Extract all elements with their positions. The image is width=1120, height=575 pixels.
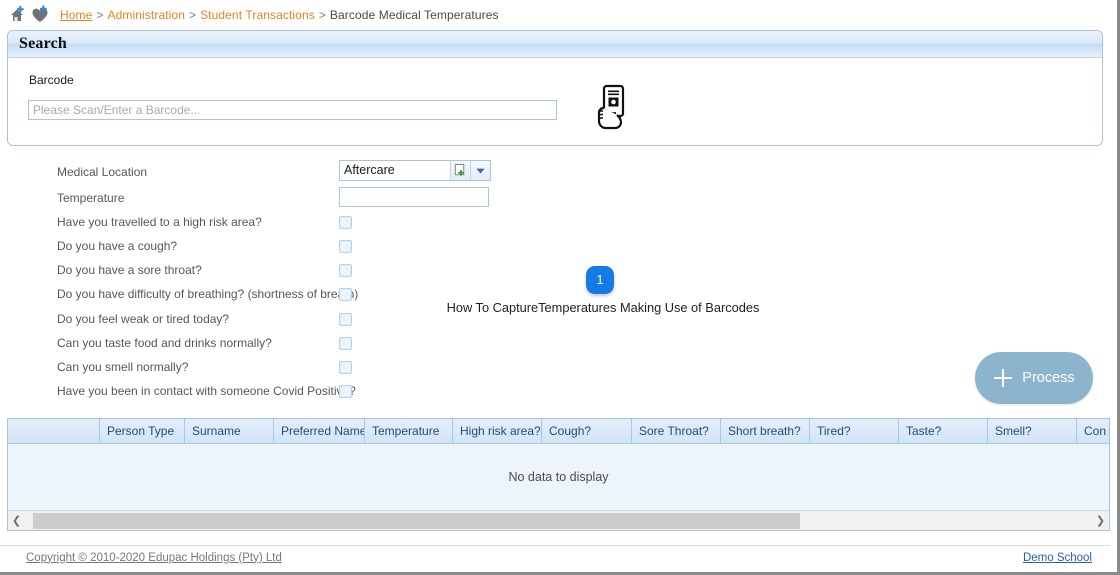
label-high-risk-area: Have you travelled to a high risk area? bbox=[57, 215, 262, 229]
grid-column-tired[interactable]: Tired? bbox=[810, 419, 899, 443]
plus-icon bbox=[993, 368, 1013, 388]
breadcrumb-trail: Home > Administration > Student Transactions… bbox=[60, 8, 499, 22]
form-row-high-risk-area: Have you travelled to a high risk area? bbox=[57, 211, 262, 233]
search-panel-body: Barcode bbox=[8, 58, 1102, 145]
grid-column-temperature[interactable]: Temperature bbox=[365, 419, 453, 443]
medical-location-combobox[interactable]: Aftercare bbox=[339, 159, 491, 181]
chevron-down-icon[interactable] bbox=[470, 160, 490, 180]
label-sore-throat: Do you have a sore throat? bbox=[57, 263, 202, 277]
page-content: Home > Administration > Student Transactions… bbox=[0, 0, 1110, 569]
form-row-medical-location: Medical Location bbox=[57, 161, 147, 183]
grid-column-person-type[interactable]: Person Type bbox=[100, 419, 185, 443]
grid-column-sore-throat[interactable]: Sore Throat? bbox=[632, 419, 721, 443]
grid-column-preferred-name[interactable]: Preferred Name bbox=[274, 419, 365, 443]
grid-column-taste[interactable]: Taste? bbox=[899, 419, 988, 443]
medical-location-control: Aftercare bbox=[339, 159, 491, 181]
results-grid-body: No data to display bbox=[8, 444, 1109, 510]
checkbox-taste[interactable] bbox=[339, 336, 352, 350]
chevron-left-icon[interactable]: ❮ bbox=[8, 511, 25, 530]
results-grid: Person Type Surname Preferred Name Tempe… bbox=[7, 418, 1110, 531]
breadcrumb-current-page: Barcode Medical Temperatures bbox=[329, 7, 499, 22]
form-row-cough: Do you have a cough? bbox=[57, 235, 177, 257]
taste-control bbox=[339, 332, 352, 354]
form-row-taste: Can you taste food and drinks normally? bbox=[57, 332, 272, 354]
process-button-label: Process bbox=[1022, 370, 1075, 386]
grid-column-smell[interactable]: Smell? bbox=[988, 419, 1077, 443]
checkbox-covid-contact[interactable] bbox=[339, 384, 352, 398]
search-panel-header: Search bbox=[8, 31, 1102, 58]
checkbox-sore-throat[interactable] bbox=[339, 263, 352, 277]
breadcrumb-item-student-transactions[interactable]: Student Transactions bbox=[200, 8, 315, 22]
form-row-smell: Can you smell normally? bbox=[57, 356, 188, 378]
checkbox-smell[interactable] bbox=[339, 360, 352, 374]
barcode-label: Barcode bbox=[29, 73, 74, 87]
form-row-temperature: Temperature bbox=[57, 187, 124, 209]
process-button[interactable]: Process bbox=[975, 352, 1093, 404]
label-weak-tired: Do you feel weak or tired today? bbox=[57, 312, 230, 326]
new-record-icon[interactable] bbox=[450, 160, 470, 180]
checkbox-difficulty-breathing[interactable] bbox=[339, 287, 352, 301]
label-difficulty-breathing: Do you have difficulty of breathing? (sh… bbox=[57, 287, 359, 301]
breadcrumb-item-administration[interactable]: Administration bbox=[108, 8, 185, 22]
form-row-covid-contact: Have you been in contact with someone Co… bbox=[57, 380, 356, 402]
home-plus-icon[interactable] bbox=[7, 5, 27, 25]
temperature-input[interactable] bbox=[339, 187, 489, 207]
grid-column-high-risk-area[interactable]: High risk area? bbox=[453, 419, 542, 443]
medical-location-value: Aftercare bbox=[340, 160, 450, 180]
scrollbar-thumb[interactable] bbox=[33, 512, 800, 529]
form-row-difficulty-breathing: Do you have difficulty of breathing? (sh… bbox=[57, 283, 358, 305]
form-row-sore-throat: Do you have a sore throat? bbox=[57, 259, 202, 281]
sore-throat-control bbox=[339, 259, 352, 281]
search-panel-title: Search bbox=[19, 35, 68, 52]
breadcrumb: Home > Administration > Student Transactions… bbox=[0, 0, 1110, 29]
handheld-barcode-scanner-icon bbox=[592, 84, 632, 130]
checkbox-weak-tired[interactable] bbox=[339, 312, 352, 326]
grid-column-surname[interactable]: Surname bbox=[185, 419, 274, 443]
help-step-badge[interactable]: 1 bbox=[586, 266, 614, 294]
covid-contact-control bbox=[339, 380, 352, 402]
label-taste: Can you taste food and drinks normally? bbox=[57, 336, 272, 350]
barcode-input[interactable] bbox=[28, 100, 557, 120]
footer-school-link[interactable]: Demo School bbox=[1023, 552, 1092, 564]
page-footer: Copyright © 2010-2020 Edupac Holdings (P… bbox=[0, 545, 1110, 569]
label-smell: Can you smell normally? bbox=[57, 360, 189, 374]
results-grid-header: Person Type Surname Preferred Name Tempe… bbox=[8, 419, 1109, 444]
breadcrumb-home-link[interactable]: Home bbox=[60, 8, 92, 22]
grid-empty-message: No data to display bbox=[508, 470, 609, 484]
checkbox-cough[interactable] bbox=[339, 239, 352, 253]
page-frame: Home > Administration > Student Transactions… bbox=[0, 0, 1120, 575]
search-panel: Search Barcode bbox=[7, 30, 1103, 146]
scrollbar-track[interactable] bbox=[25, 512, 1092, 529]
label-covid-contact: Have you been in contact with someone Co… bbox=[57, 384, 356, 398]
high-risk-area-control bbox=[339, 211, 352, 233]
grid-column-cough[interactable]: Cough? bbox=[542, 419, 632, 443]
grid-column-short-breath[interactable]: Short breath? bbox=[721, 419, 810, 443]
label-cough: Do you have a cough? bbox=[57, 239, 178, 253]
chevron-right-icon[interactable]: ❯ bbox=[1092, 511, 1109, 530]
temperature-control bbox=[339, 186, 489, 208]
breadcrumb-separator-1: > bbox=[96, 7, 104, 22]
footer-copyright-link[interactable]: Copyright © 2010-2020 Edupac Holdings (P… bbox=[26, 552, 282, 564]
grid-column-contact[interactable]: Con bbox=[1077, 419, 1109, 443]
help-instruction-text: How To CaptureTemperatures Making Use of… bbox=[446, 300, 760, 315]
smell-control bbox=[339, 356, 352, 378]
checkbox-high-risk-area[interactable] bbox=[339, 215, 352, 229]
form-row-weak-tired: Do you feel weak or tired today? bbox=[57, 308, 229, 330]
label-medical-location: Medical Location bbox=[57, 165, 148, 179]
breadcrumb-separator-2: > bbox=[188, 7, 197, 22]
grid-column-select[interactable] bbox=[8, 419, 100, 443]
breadcrumb-separator-3: > bbox=[318, 7, 326, 22]
label-temperature: Temperature bbox=[57, 191, 125, 205]
cough-control bbox=[339, 235, 352, 257]
heart-plus-icon[interactable] bbox=[30, 5, 50, 25]
weak-tired-control bbox=[339, 308, 352, 330]
difficulty-breathing-control bbox=[339, 283, 352, 305]
grid-horizontal-scrollbar[interactable]: ❮ ❯ bbox=[8, 510, 1109, 530]
